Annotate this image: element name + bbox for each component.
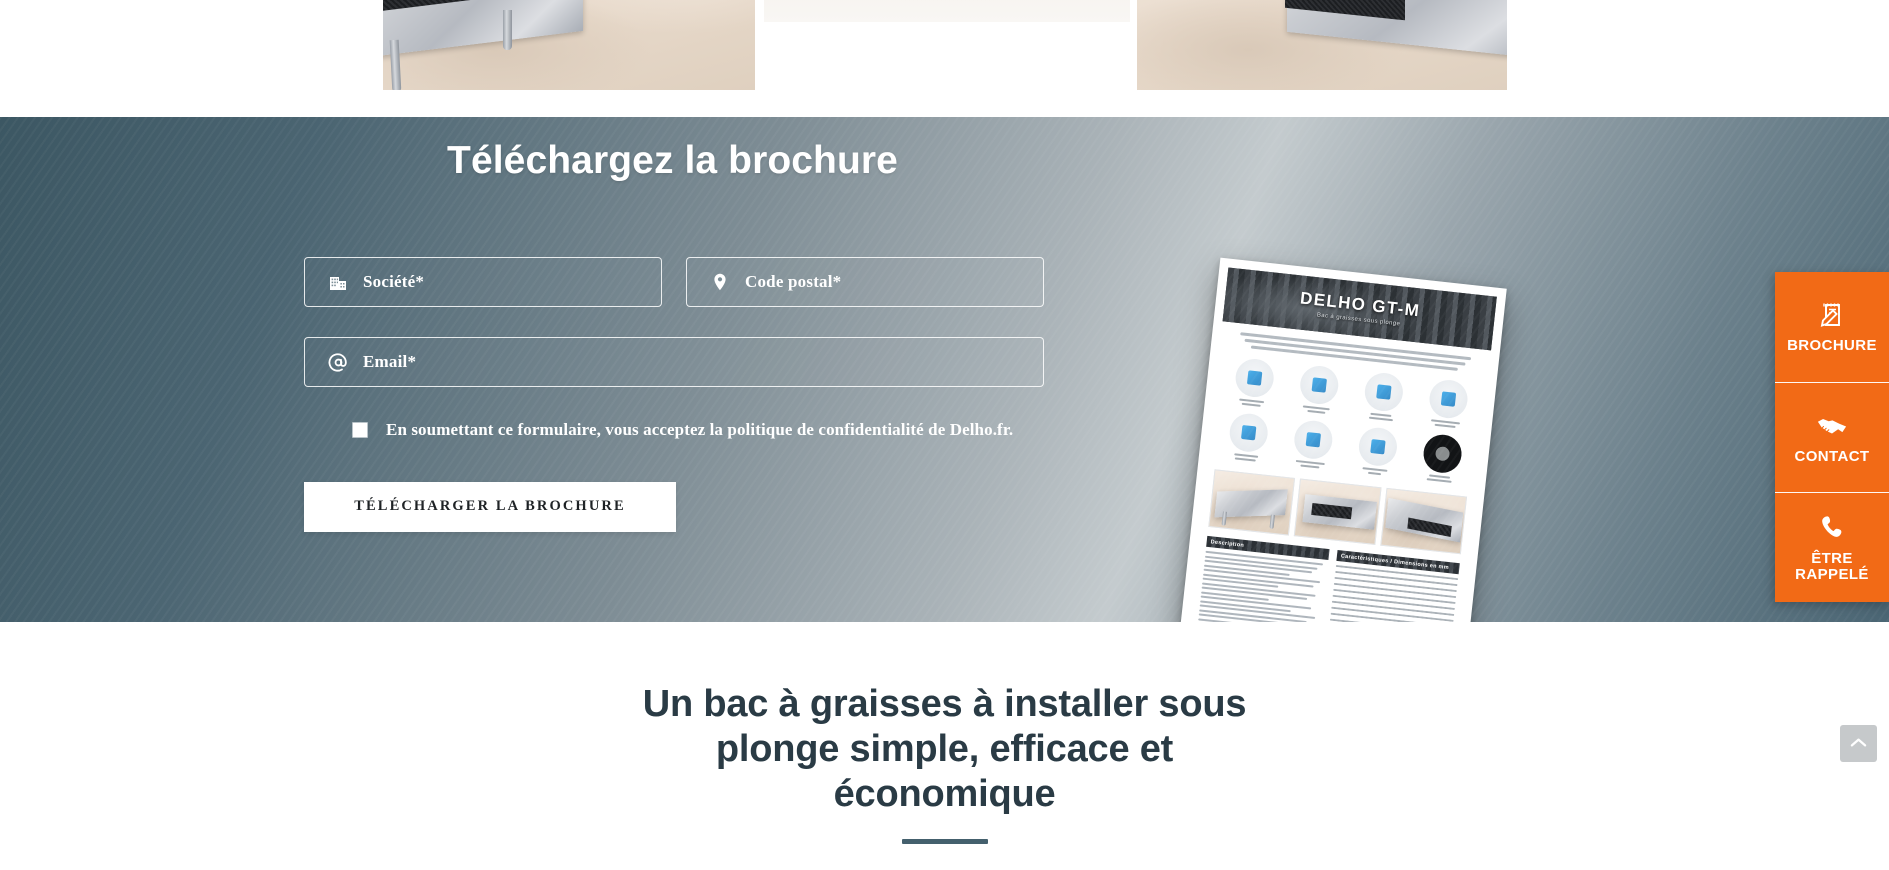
chevron-up-icon — [1850, 735, 1867, 753]
page-root: Téléchargez la brochure Société* Code po… — [0, 0, 1889, 870]
side-tab-contact-label: CONTACT — [1794, 447, 1870, 465]
side-tab-brochure[interactable]: BROCHURE — [1775, 272, 1889, 382]
at-sign-icon — [327, 351, 349, 373]
societe-placeholder: Société* — [363, 272, 425, 291]
floating-action-tabs: BROCHURE CONTACT ÊTRE RAPPELÉ — [1775, 272, 1889, 602]
title-divider — [901, 839, 988, 845]
scroll-to-top-button[interactable] — [1840, 725, 1877, 762]
product-intro-section: Un bac à graisses à installer sous plong… — [0, 622, 1889, 870]
consent-label: En soumettant ce formulaire, vous accept… — [386, 420, 1014, 439]
brochure-download-section: Téléchargez la brochure Société* Code po… — [0, 117, 1889, 622]
side-tab-contact[interactable]: CONTACT — [1775, 382, 1889, 492]
product-photo-strip — [0, 0, 1889, 117]
email-placeholder: Email* — [363, 352, 417, 371]
download-brochure-button[interactable]: TÉLÉCHARGER LA BROCHURE — [304, 481, 676, 532]
code-postal-placeholder: Code postal* — [745, 272, 842, 291]
side-tab-brochure-label: BROCHURE — [1787, 337, 1877, 355]
email-field[interactable]: Email* — [304, 337, 1044, 387]
code-postal-field[interactable]: Code postal* — [686, 257, 1044, 307]
map-pin-icon — [709, 271, 731, 293]
product-photo-1 — [383, 0, 755, 90]
brochure-request-form: Société* Code postal* Email* En soumetta… — [304, 257, 1044, 532]
brochure-feature-icons — [1216, 356, 1480, 486]
brochure-preview: DELHO GT-M Bac à graisses sous plonge De… — [1177, 257, 1510, 622]
product-photo-2 — [764, 0, 1130, 22]
building-icon — [327, 271, 349, 293]
notepad-pencil-icon — [1817, 300, 1847, 330]
product-photo-3 — [1137, 0, 1507, 90]
societe-field[interactable]: Société* — [304, 257, 662, 307]
brochure-specs-block: Caractéristiques / Dimensions en mm — [1327, 549, 1460, 622]
consent-row: En soumettant ce formulaire, vous accept… — [352, 419, 1044, 442]
side-tab-etre-rappele-label: ÊTRE RAPPELÉ — [1795, 549, 1869, 583]
form-row-1: Société* Code postal* — [304, 257, 1044, 307]
brochure-description-block: Description — [1197, 535, 1330, 622]
section-title: Un bac à graisses à installer sous plong… — [642, 683, 1247, 815]
handshake-icon — [1816, 411, 1848, 441]
hero-title: Téléchargez la brochure — [447, 139, 898, 182]
consent-checkbox[interactable] — [352, 422, 368, 438]
phone-icon — [1819, 513, 1846, 543]
side-tab-etre-rappele[interactable]: ÊTRE RAPPELÉ — [1775, 492, 1889, 602]
